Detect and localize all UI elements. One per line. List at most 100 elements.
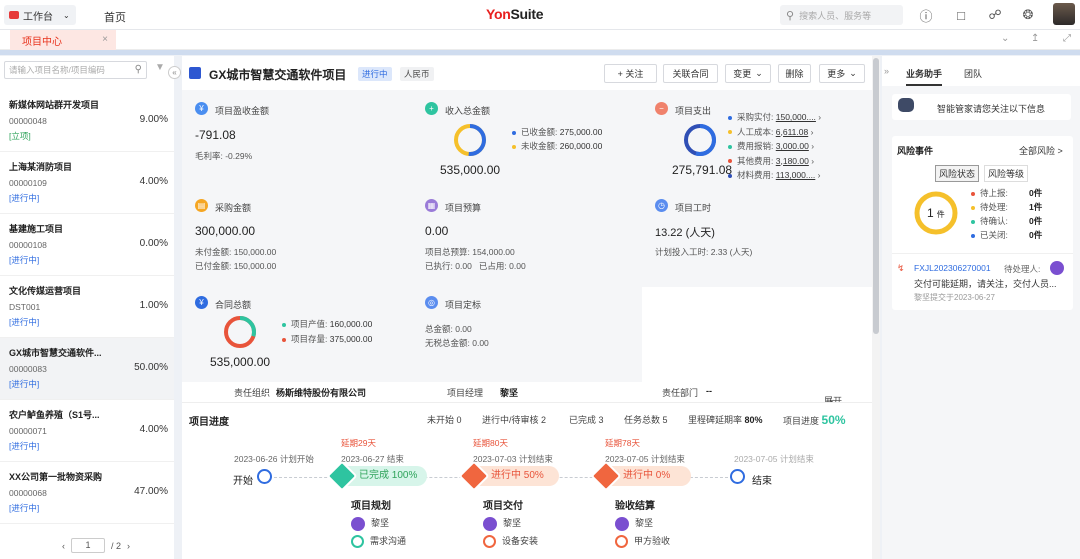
unpaid-amount: 未付金额: 150,000.00: [195, 247, 277, 257]
project-status: [进行中]: [9, 255, 40, 265]
chevron-down-icon: ⌄: [63, 10, 70, 20]
project-list-item[interactable]: 上海某消防项目 00000109 4.00% [进行中]: [0, 152, 174, 214]
milestone-task[interactable]: 需求沟通: [351, 534, 406, 549]
expense-item[interactable]: 其他费用: 3,180.00 ›: [728, 155, 814, 167]
expense-label: 项目支出: [675, 106, 712, 116]
assistant-tabs: » 业务助手 团队: [882, 56, 1080, 86]
next-page-icon[interactable]: ›: [127, 541, 130, 551]
change-button[interactable]: 变更 ⌄: [725, 64, 771, 83]
event-meta: 黎坚提交于2023-06-27: [914, 293, 995, 302]
flag-icon: [351, 535, 364, 549]
tab-business-assistant[interactable]: 业务助手: [906, 67, 943, 86]
search-icon[interactable]: ⚲: [135, 64, 142, 75]
prev-page-icon[interactable]: ‹: [62, 541, 65, 551]
tab-bar: 项目中心 × ⌄ ↥ ⤢: [0, 30, 1080, 50]
milestone-name: 项目交付: [483, 501, 523, 512]
project-info-bar: 责任组织 杨斯维特股份有限公司 项目经理 黎坚 责任部门 -- 展开 ⌄: [182, 382, 872, 406]
all-risks-link[interactable]: 全部风险 >: [1019, 144, 1063, 157]
target-icon: ◎: [425, 296, 438, 309]
event-handler-label: 待处理人:: [1004, 264, 1041, 274]
yen-icon: ¥: [195, 102, 208, 115]
related-contract-button[interactable]: 关联合同: [663, 64, 718, 83]
project-detail: GX城市智慧交通软件项目 进行中 人民币 + 关注 关联合同 变更 ⌄ 删除 更多…: [182, 56, 872, 559]
user-avatar[interactable]: [1053, 3, 1075, 25]
delete-button[interactable]: 删除: [778, 64, 811, 83]
filter-icon[interactable]: ▼: [155, 62, 165, 73]
income-icon: +: [425, 102, 438, 115]
income-label: 收入总金额: [445, 106, 491, 116]
search-icon: ⚲: [786, 9, 795, 22]
risk-level-tab[interactable]: 风险等级: [984, 165, 1029, 182]
help-icon[interactable]: ⓘ: [917, 6, 935, 24]
risk-status-tab[interactable]: 风险状态: [935, 165, 980, 182]
milestone-task[interactable]: 设备安装: [483, 534, 538, 549]
event-code[interactable]: FXJL202306270001: [914, 263, 991, 273]
tab-team[interactable]: 团队: [964, 67, 982, 80]
compass-icon[interactable]: ❂: [1019, 6, 1037, 24]
more-button[interactable]: 更多 ⌄: [819, 64, 865, 83]
chevron-right-icon: ›: [811, 155, 815, 166]
project-icon: [189, 67, 201, 79]
project-name: GX城市智慧交通软件...: [9, 348, 102, 358]
fullscreen-icon[interactable]: ⤢: [1063, 33, 1071, 44]
project-percent: 1.00%: [139, 300, 168, 311]
project-list-item[interactable]: XX公司第一批物资采购 00000068 47.00% [进行中]: [0, 462, 174, 524]
delay-label: 延期80天: [473, 438, 508, 448]
project-sidebar: 请输入项目名称/项目编码 ⚲ ▼ 新媒体网站群开发项目 00000048 9.00%…: [0, 56, 174, 559]
expense-item[interactable]: 采购实付: 150,000.... ›: [728, 111, 821, 123]
page-input[interactable]: 1: [71, 538, 105, 553]
contract-total: 535,000.00: [210, 355, 271, 369]
profit-value: -791.08: [195, 128, 236, 142]
project-name: 上海某消防项目: [9, 162, 73, 172]
scrollbar-thumb[interactable]: [873, 58, 879, 334]
headset-icon[interactable]: ☍: [986, 6, 1004, 24]
project-percent: 47.00%: [134, 486, 168, 497]
greeting-card: 智能管家请您关注以下信息: [892, 94, 1071, 120]
main-scrollbar[interactable]: [872, 56, 880, 559]
expense-item[interactable]: 费用报销: 3,000.00 ›: [728, 140, 814, 152]
global-search-input[interactable]: ⚲ 搜索人员、服务等: [780, 5, 903, 25]
flag-icon: [615, 535, 628, 549]
event-text: 交付可能延期，请关注，交付人员...: [914, 279, 1057, 289]
project-list-item[interactable]: 新媒体网站群开发项目 00000048 9.00% [立项]: [0, 90, 174, 152]
project-percent: 9.00%: [139, 114, 168, 125]
project-name: 农户鲈鱼养殖（S1号...: [9, 410, 100, 420]
flag-icon: [483, 535, 496, 549]
collapse-panel-icon[interactable]: »: [884, 66, 889, 76]
chevron-down-icon[interactable]: ⌄: [1001, 33, 1009, 44]
milestone-task[interactable]: 甲方验收: [615, 534, 670, 549]
org-label: 责任组织: [234, 388, 271, 398]
project-search-input[interactable]: 请输入项目名称/项目编码 ⚲: [4, 61, 147, 79]
project-list-item[interactable]: 农户鲈鱼养殖（S1号... 00000071 4.00% [进行中]: [0, 400, 174, 462]
workspace-label: 工作台: [23, 11, 53, 23]
home-link[interactable]: 首页: [104, 9, 126, 25]
tab-project-center[interactable]: 项目中心 ×: [10, 30, 116, 50]
project-list-item[interactable]: 文化传媒运营项目 DST001 1.00% [进行中]: [0, 276, 174, 338]
risk-legend-item: 待上报: 0件: [971, 187, 1042, 199]
yen-icon: ¥: [195, 296, 208, 309]
hours-value: 13.22 (人天): [655, 227, 715, 239]
milestone-status-pill[interactable]: 进行中 0%: [590, 460, 691, 492]
collapse-sidebar-icon[interactable]: «: [168, 66, 181, 79]
purchase-icon: ▤: [195, 199, 208, 212]
start-node-icon: [257, 469, 272, 484]
workspace-switcher[interactable]: 工作台 ⌄: [4, 5, 76, 25]
upload-icon[interactable]: ↥: [1031, 33, 1039, 44]
follow-button[interactable]: + 关注: [604, 64, 657, 83]
message-icon[interactable]: □: [952, 6, 970, 24]
chevron-down-icon: ⌄: [849, 68, 857, 78]
milestone-date: 2023-07-05 计划结束: [605, 454, 685, 464]
milestone-status-icon: [326, 460, 358, 492]
close-icon[interactable]: ×: [102, 34, 108, 45]
project-list-item[interactable]: GX城市智慧交通软件... 00000083 50.00% [进行中]: [0, 338, 174, 400]
milestone-status-pill[interactable]: 已完成 100%: [326, 460, 427, 492]
org-value: 杨斯维特股份有限公司: [276, 388, 367, 398]
clock-icon: ◷: [655, 199, 668, 212]
milestone-status-icon: [590, 460, 622, 492]
project-list-item[interactable]: 基建施工项目 00000108 0.00% [进行中]: [0, 214, 174, 276]
expense-item[interactable]: 人工成本: 6,611.08 ›: [728, 126, 813, 138]
milestone-status-pill[interactable]: 进行中 50%: [458, 460, 559, 492]
project-code: 00000108: [9, 240, 47, 250]
tab-label: 项目中心: [22, 36, 62, 48]
expense-item[interactable]: 材料费用: 113,000.... ›: [728, 169, 821, 181]
